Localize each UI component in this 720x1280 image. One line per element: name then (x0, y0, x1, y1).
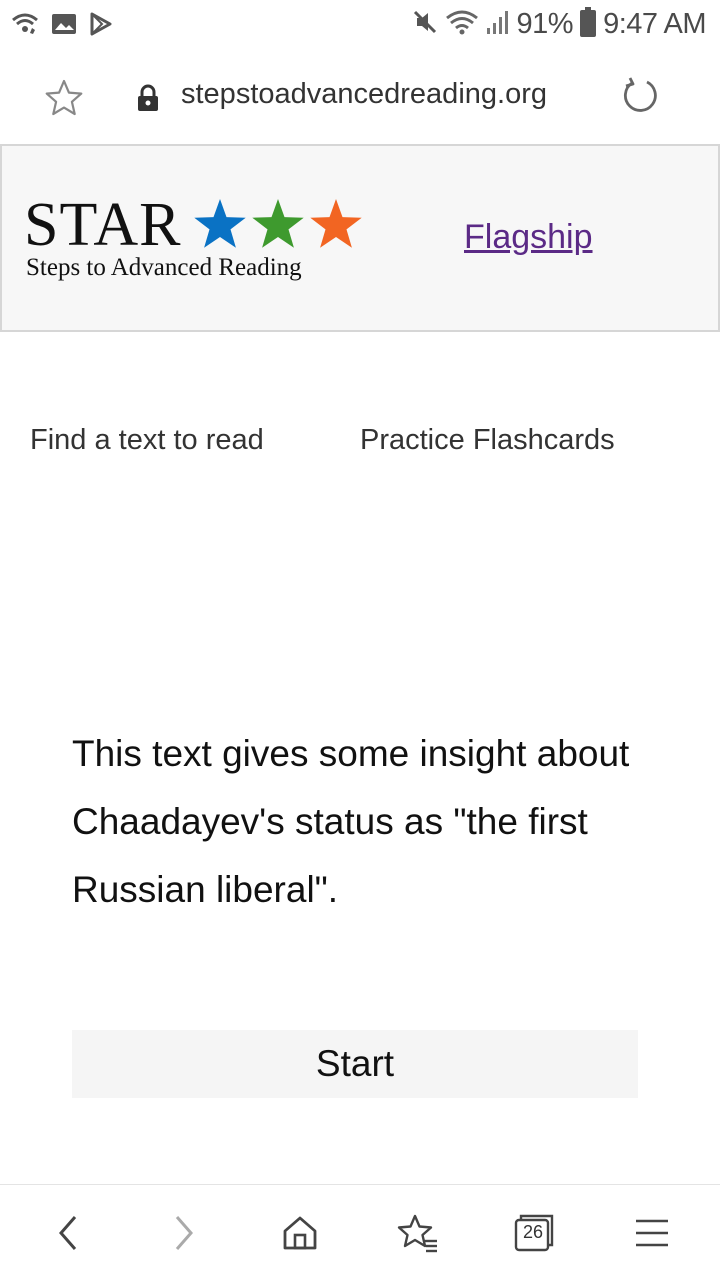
browser-url-bar: stepstoadvancedreading.org (0, 48, 720, 144)
mute-icon (411, 8, 439, 41)
nav-links: Find a text to read Practice Flashcards (0, 420, 720, 468)
signal-icon (485, 8, 511, 41)
text-description: This text gives some insight about Chaad… (72, 733, 630, 910)
forward-icon[interactable] (162, 1211, 206, 1255)
wifi-icon (445, 8, 479, 41)
logo-tagline: Steps to Advanced Reading (26, 254, 302, 281)
flagship-link[interactable]: Flagship (464, 218, 593, 257)
status-bar: 91% 9:47 AM (0, 0, 720, 48)
lock-icon (136, 84, 160, 112)
battery-percent: 91% (516, 7, 574, 40)
logo-star-green (252, 199, 304, 248)
star-logo[interactable]: STAR Steps to Advanced Reading (24, 194, 374, 290)
logo-stars-icon (194, 199, 362, 248)
start-button[interactable]: Start (72, 1030, 638, 1098)
status-bar-left-icons (10, 8, 114, 40)
menu-icon[interactable] (630, 1211, 674, 1255)
browser-bottom-toolbar: 26 (0, 1184, 720, 1280)
tabs-icon[interactable]: 26 (512, 1211, 556, 1255)
reload-icon[interactable] (620, 76, 660, 116)
battery-icon (579, 6, 597, 43)
url-field[interactable]: stepstoadvancedreading.org (181, 78, 547, 111)
status-bar-right: 91% 9:47 AM (411, 6, 706, 42)
practice-flashcards-link[interactable]: Practice Flashcards (360, 424, 615, 457)
site-header: STAR Steps to Advanced Reading Flagship (0, 144, 720, 332)
find-text-link[interactable]: Find a text to read (30, 424, 264, 457)
logo-star-blue (194, 199, 246, 248)
tabs-count: 26 (522, 1222, 544, 1242)
wifi-call-icon (10, 10, 40, 38)
logo-word: STAR (24, 191, 182, 259)
play-store-icon (88, 11, 114, 37)
home-icon[interactable] (278, 1211, 322, 1255)
logo-star-orange (310, 199, 362, 248)
star-icon[interactable] (44, 78, 84, 118)
image-icon (50, 11, 78, 37)
clock: 9:47 AM (603, 7, 706, 40)
bookmarks-icon[interactable] (396, 1211, 440, 1255)
back-icon[interactable] (46, 1211, 90, 1255)
